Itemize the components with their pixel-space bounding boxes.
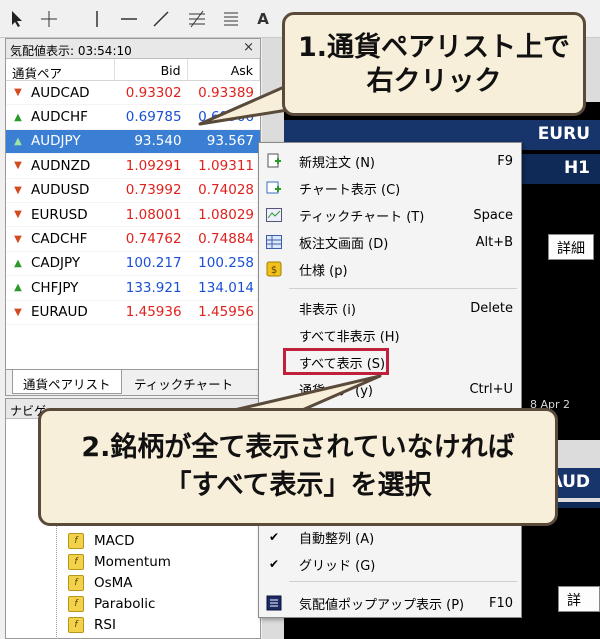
instruction-callout-step1: 1.通貨ペアリスト上で 右クリック bbox=[282, 12, 586, 116]
callout2-pointer bbox=[228, 374, 382, 413]
instruction-callout-step2: 2.銘柄が全て表示されていなければ 「すべて表示」を選択 bbox=[38, 408, 558, 526]
